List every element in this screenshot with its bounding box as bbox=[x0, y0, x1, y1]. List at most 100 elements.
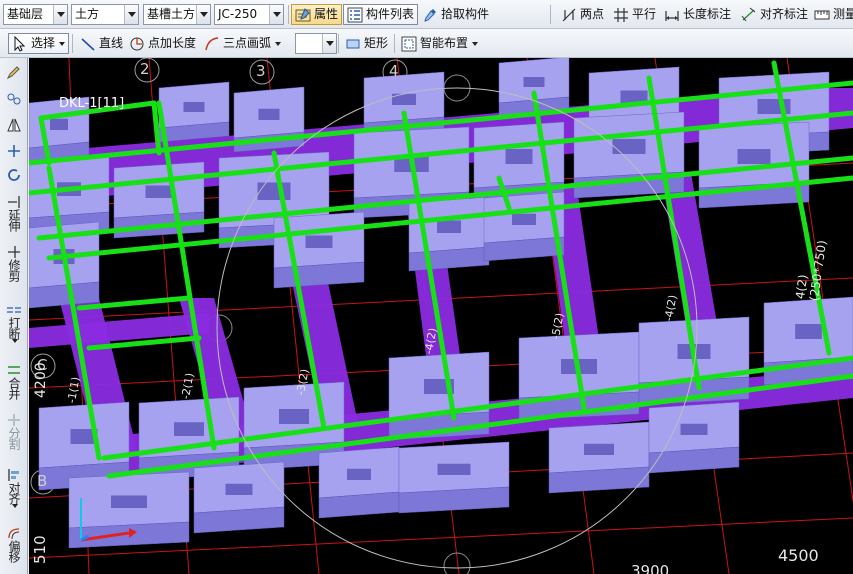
split-icon bbox=[6, 413, 22, 427]
toolbar-divider bbox=[394, 34, 395, 53]
foundation-block bbox=[648, 401, 740, 474]
foundation-block bbox=[763, 296, 853, 386]
block-cap bbox=[612, 139, 646, 154]
align-dim-label: 对齐标注 bbox=[760, 7, 809, 21]
edit-sidebar: 延伸 修剪 打断 合并 分割 对齐 偏移 bbox=[0, 58, 28, 574]
offset-button[interactable]: 偏移 bbox=[2, 526, 26, 562]
toolbar-divider bbox=[338, 34, 339, 53]
chevron-down-icon[interactable] bbox=[124, 5, 138, 24]
split-button[interactable]: 分割 bbox=[2, 413, 26, 449]
component-name-select[interactable]: JC-250 bbox=[214, 4, 284, 25]
align-button[interactable]: 对齐 bbox=[2, 468, 26, 508]
arc-option-select[interactable] bbox=[295, 33, 337, 54]
block-cap bbox=[183, 102, 205, 112]
chevron-down-icon[interactable] bbox=[11, 504, 18, 508]
floor-select[interactable]: 基础层 bbox=[3, 4, 68, 25]
toolbar-divider bbox=[550, 5, 551, 24]
block-cap bbox=[437, 220, 461, 233]
chevron-down-icon[interactable] bbox=[11, 339, 18, 343]
parallel-button[interactable]: 平行 bbox=[609, 4, 660, 25]
offset-icon bbox=[6, 526, 22, 540]
two-point-button[interactable]: 两点 bbox=[557, 4, 608, 25]
mirror-tool[interactable] bbox=[2, 118, 26, 132]
align-dim-button[interactable]: 对齐标注 bbox=[737, 4, 812, 25]
chevron-down-icon[interactable] bbox=[53, 5, 67, 24]
rect-button[interactable]: 矩形 bbox=[341, 33, 392, 54]
dim-label-510: 510 bbox=[31, 535, 49, 564]
trim-button[interactable]: 修剪 bbox=[2, 245, 26, 281]
pen-icon bbox=[6, 66, 22, 80]
move-tool[interactable] bbox=[2, 144, 26, 158]
main-toolbar: 基础层 土方 基槽土方 JC-250 属性 构件列表 拾取构件 两点 平行 长度… bbox=[0, 0, 853, 29]
measure-button[interactable]: 测量 bbox=[810, 4, 853, 25]
component-list-button[interactable]: 构件列表 bbox=[343, 4, 419, 25]
block-cap bbox=[258, 108, 280, 120]
list-icon bbox=[347, 7, 363, 23]
three-point-arc-label: 三点画弧 bbox=[223, 36, 272, 50]
block-cap bbox=[737, 149, 771, 164]
eyedropper-icon bbox=[422, 7, 438, 23]
component-name-value: JC-250 bbox=[218, 7, 258, 21]
properties-button[interactable]: 属性 bbox=[291, 4, 343, 25]
pick-component-label: 拾取构件 bbox=[441, 7, 490, 21]
length-dim-icon bbox=[664, 7, 680, 23]
block-cap bbox=[50, 118, 68, 130]
select-button[interactable]: 选择 bbox=[8, 33, 70, 54]
component-type-select[interactable]: 基槽土方 bbox=[143, 4, 211, 25]
chevron-down-icon[interactable] bbox=[269, 5, 283, 24]
arc-icon bbox=[204, 36, 220, 52]
category-select-value: 土方 bbox=[75, 7, 100, 21]
block-cap bbox=[795, 324, 822, 339]
block-cap bbox=[174, 422, 204, 436]
block-cap bbox=[392, 93, 416, 105]
smart-layout-icon bbox=[401, 36, 417, 52]
block-cap bbox=[347, 468, 371, 480]
align-dim-icon bbox=[741, 7, 757, 23]
length-dim-button[interactable]: 长度标注 bbox=[660, 4, 735, 25]
point-length-icon bbox=[129, 36, 145, 52]
axis-label-b: B bbox=[37, 472, 48, 490]
block-cap bbox=[111, 495, 147, 508]
block-cap bbox=[257, 182, 291, 200]
category-select[interactable]: 土方 bbox=[71, 4, 139, 25]
length-dim-label: 长度标注 bbox=[683, 7, 732, 21]
merge-button[interactable]: 合并 bbox=[2, 363, 26, 399]
draw-toolbar: 选择 直线 点加长度 三点画弧 矩形 智能布置 bbox=[0, 29, 853, 58]
rectangle-icon bbox=[345, 36, 361, 52]
copy-tool[interactable] bbox=[2, 92, 26, 106]
rotate-icon bbox=[6, 168, 22, 182]
pen-tool[interactable] bbox=[2, 66, 26, 80]
rotate-tool[interactable] bbox=[2, 168, 26, 182]
trim-icon bbox=[6, 245, 22, 259]
merge-icon bbox=[6, 363, 22, 377]
extend-icon bbox=[6, 195, 22, 209]
break-label: 打断 bbox=[7, 317, 21, 339]
block-cap bbox=[279, 409, 309, 424]
two-point-label: 两点 bbox=[580, 7, 605, 21]
drawing-viewport[interactable]: 2 3 4 C B DKL-1[11] 4200 510 3900 4500 -… bbox=[29, 58, 853, 574]
parallel-icon bbox=[613, 7, 629, 23]
point-length-button[interactable]: 点加长度 bbox=[125, 33, 200, 54]
break-icon bbox=[6, 303, 22, 317]
axis-label-3: 3 bbox=[256, 62, 266, 80]
smart-layout-button[interactable]: 智能布置 bbox=[397, 33, 482, 54]
three-point-arc-button[interactable]: 三点画弧 bbox=[200, 33, 285, 54]
chevron-down-icon[interactable] bbox=[472, 41, 479, 46]
block-cap bbox=[523, 77, 545, 87]
mirror-icon bbox=[6, 118, 22, 132]
pick-component-button[interactable]: 拾取构件 bbox=[418, 4, 493, 25]
align-label: 对齐 bbox=[7, 482, 21, 504]
model-scene[interactable] bbox=[29, 58, 853, 574]
chevron-down-icon[interactable] bbox=[275, 41, 282, 46]
offset-label: 偏移 bbox=[7, 540, 21, 562]
line-button[interactable]: 直线 bbox=[76, 33, 127, 54]
chevron-down-icon[interactable] bbox=[196, 5, 210, 24]
axis-label-4: 4 bbox=[389, 62, 399, 80]
parallel-label: 平行 bbox=[632, 7, 657, 21]
foundation-block bbox=[158, 81, 230, 143]
break-button[interactable]: 打断 bbox=[2, 303, 26, 343]
extend-button[interactable]: 延伸 bbox=[2, 195, 26, 231]
chevron-down-icon[interactable] bbox=[322, 34, 336, 53]
chevron-down-icon[interactable] bbox=[59, 41, 66, 46]
block-cap bbox=[680, 423, 708, 435]
